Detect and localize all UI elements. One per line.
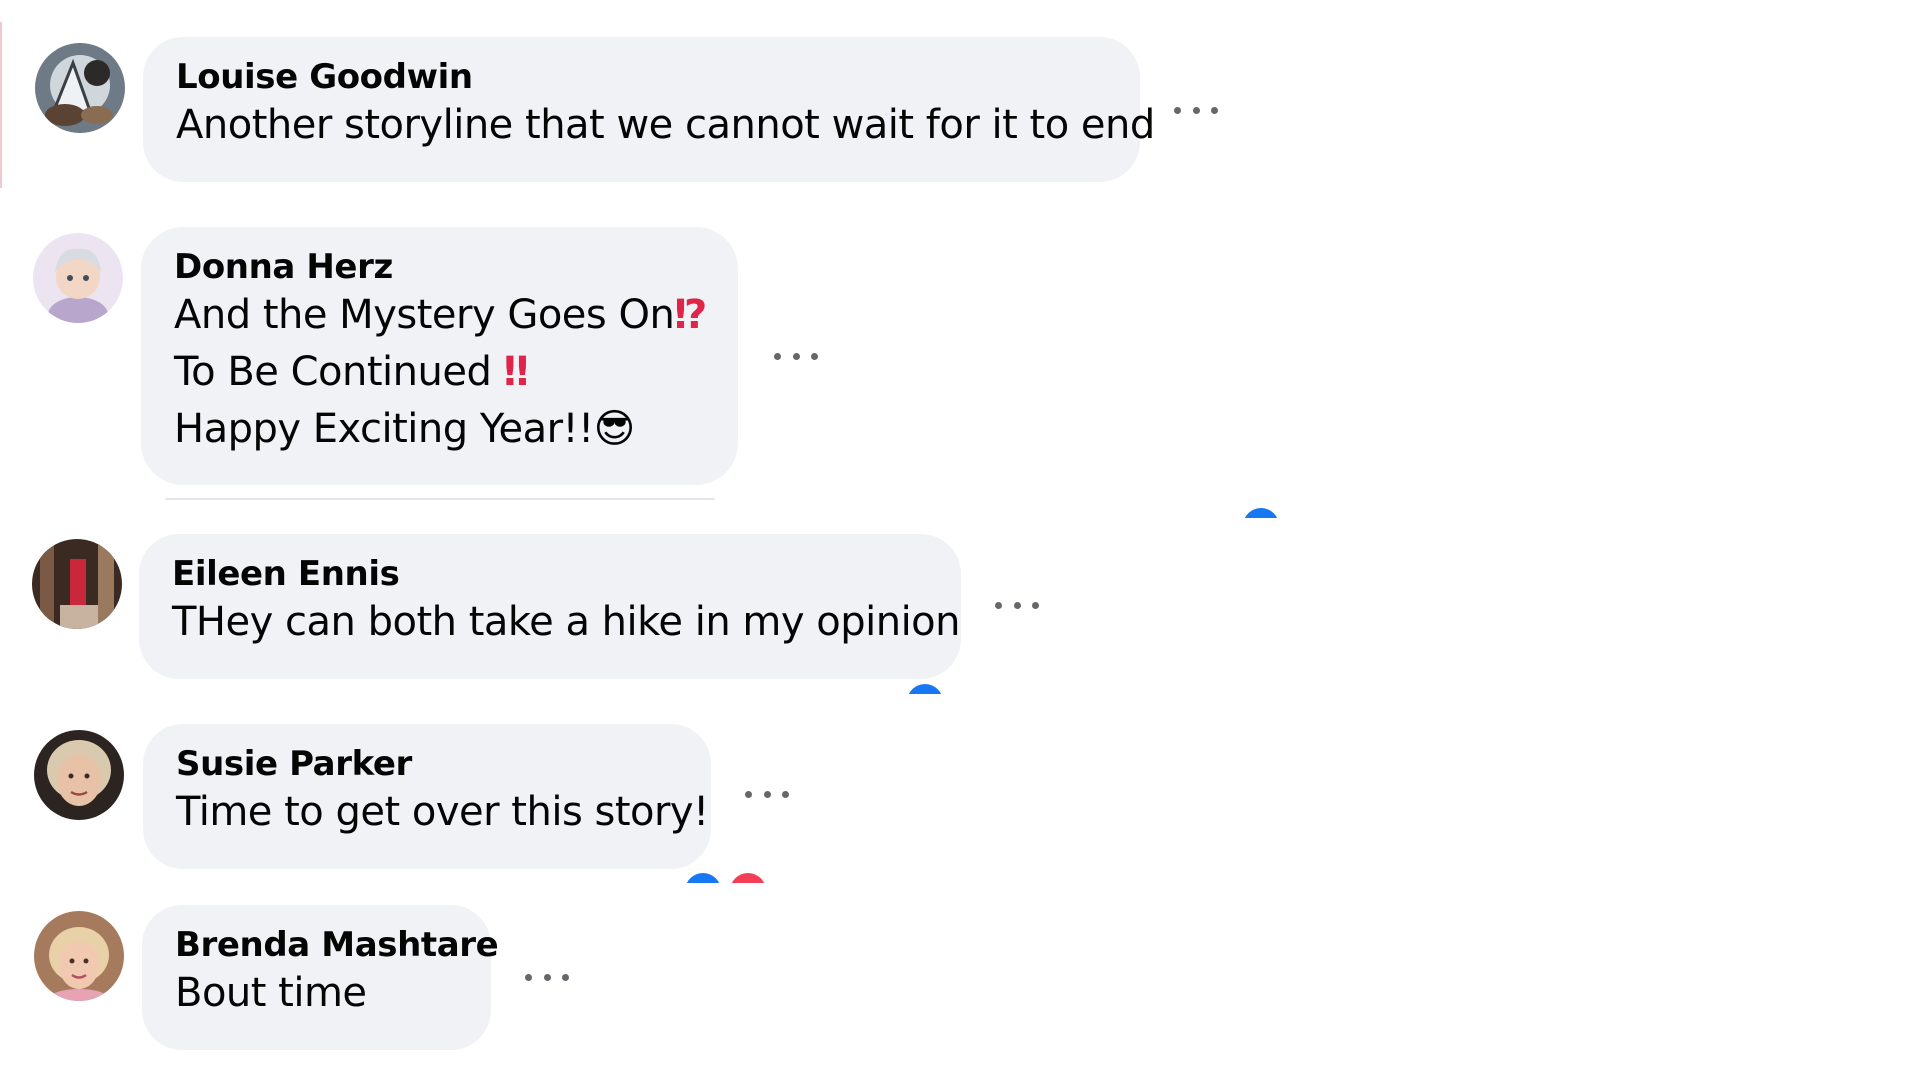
comment-bubble: Brenda Mashtare Bout time (142, 905, 499, 1050)
comment-bubble: Eileen Ennis THey can both take a hike i… (139, 534, 961, 679)
more-options-button[interactable] (525, 962, 569, 992)
comment-text-line: Happy Exciting Year!! (174, 406, 594, 452)
avatar-photo-icon (33, 233, 123, 323)
thread-indicator-line (0, 22, 2, 188)
comment-text-line: To Be Continued (174, 349, 504, 395)
avatar[interactable] (35, 43, 125, 133)
avatar[interactable] (34, 911, 124, 1001)
comment-bubble: Susie Parker Time to get over this story… (143, 724, 711, 869)
like-reaction-icon[interactable] (685, 873, 721, 883)
avatar[interactable] (34, 730, 124, 820)
love-reaction-icon[interactable] (730, 873, 766, 883)
more-options-icon (1174, 106, 1181, 114)
avatar-photo-icon (34, 730, 124, 820)
more-options-icon (745, 790, 752, 798)
exclamation-question-emoji-icon: ⁉ (674, 292, 707, 338)
comment-author[interactable]: Louise Goodwin (176, 57, 1108, 97)
comment-author[interactable]: Eileen Ennis (172, 554, 929, 594)
comment-text: THey can both take a hike in my opinion (172, 599, 961, 645)
more-options-button[interactable] (774, 341, 818, 371)
more-options-button[interactable] (995, 590, 1039, 620)
sunglasses-emoji-icon: 😎 (593, 406, 636, 452)
more-options-button[interactable] (1174, 95, 1218, 125)
comment-author[interactable]: Brenda Mashtare (175, 925, 499, 965)
comment-author[interactable]: Donna Herz (174, 247, 706, 287)
comment-text: Bout time (175, 970, 367, 1016)
double-exclamation-emoji-icon: ‼ (503, 349, 529, 395)
avatar-photo-icon (35, 43, 125, 133)
more-options-icon (525, 973, 532, 981)
avatar[interactable] (33, 233, 123, 323)
reply-divider (165, 498, 715, 500)
more-options-button[interactable] (745, 779, 789, 809)
comment-bubble: Donna Herz And the Mystery Goes On⁉ To B… (141, 227, 738, 485)
avatar-photo-icon (32, 539, 122, 629)
avatar[interactable] (32, 539, 122, 629)
comment-text: Time to get over this story! (176, 789, 709, 835)
avatar-photo-icon (34, 911, 124, 1001)
comment-text: Another storyline that we cannot wait fo… (176, 102, 1155, 148)
comment-author[interactable]: Susie Parker (176, 744, 679, 784)
more-options-icon (774, 352, 781, 360)
more-options-icon (995, 601, 1002, 609)
like-reaction-icon[interactable] (1243, 508, 1279, 518)
comment-bubble: Louise Goodwin Another storyline that we… (143, 37, 1155, 182)
comment-text-line: And the Mystery Goes On (174, 292, 675, 338)
like-reaction-icon[interactable] (907, 684, 943, 694)
